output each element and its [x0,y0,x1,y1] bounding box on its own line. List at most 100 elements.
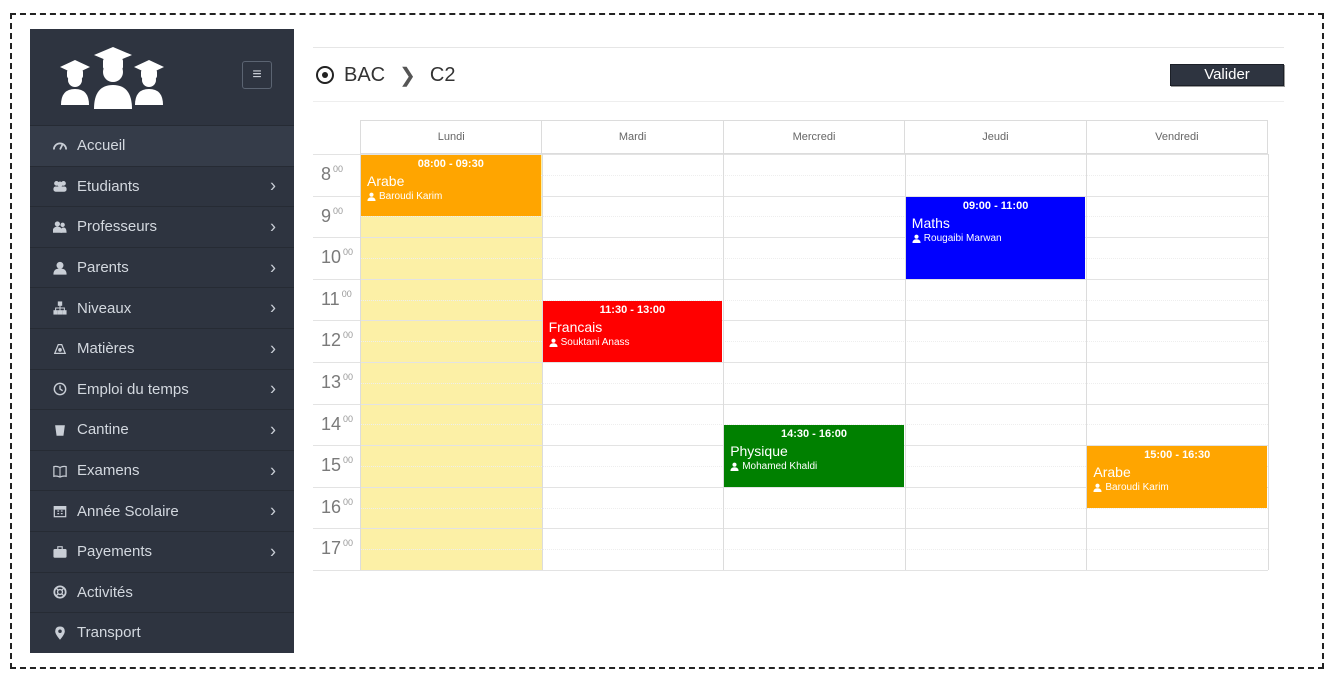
event-subject: Physique [730,443,788,460]
hour-gridline [313,320,1268,322]
sidebar-item-accueil[interactable]: Accueil [30,125,294,166]
hour-label: 13 00 [321,372,354,392]
chevron-right-icon: › [270,541,276,562]
sidebar-item-professeurs[interactable]: Professeurs › [30,206,294,247]
half-hour-gridline [360,341,1268,343]
event-teacher: Souktani Anass [549,336,717,349]
calendar-event[interactable]: 08:00 - 09:30 Arabe Baroudi Karim [361,155,541,217]
day-column-divider [541,154,543,570]
hour-label: 8 00 [321,164,344,184]
hour-label: 17 00 [321,538,354,559]
hour-gridline [313,403,1268,405]
sidebar-item-matieres[interactable]: Matières › [30,327,294,369]
chevron-right-icon: › [270,338,276,359]
hamburger-icon[interactable]: ≡ [242,61,272,89]
hour-label: 9 00 [321,205,344,226]
event-subject: Francais [548,318,603,335]
day-column-divider [723,154,725,570]
lifebuoy-icon [52,584,68,600]
sidebar-item-transport[interactable]: Transport [30,612,294,653]
user-icon [52,260,68,276]
calendar-event[interactable]: 11:30 - 13:00 Francais Souktani Anass [542,300,723,362]
clock-icon [52,381,68,397]
sidebar-item-activites[interactable]: Activités [30,571,294,613]
chevron-right-icon: › [270,500,276,521]
user-icon [1093,483,1105,493]
chevron-right-icon: ❯ [399,64,416,87]
event-time: 11:30 - 13:00 [599,303,666,316]
day-header-mercredi: Mercredi [722,121,904,153]
validate-button[interactable]: Valider [1170,64,1284,86]
sidebar-item-label: Matières [77,340,135,358]
event-subject: Arabe [367,173,405,189]
hour-label: 10 00 [321,247,354,268]
half-hour-gridline [360,216,1268,218]
hour-gridline [313,570,1268,571]
day-header-vendredi: Vendredi [1085,121,1267,153]
chevron-right-icon: › [270,419,276,440]
calendar-day-header: Lundi Mardi Mercredi Jeudi Vendredi [360,120,1268,154]
hour-gridline [313,362,1268,363]
event-teacher-name: Mohamed Khaldi [742,461,818,473]
breadcrumb-root[interactable]: BAC [344,64,385,87]
event-teacher-name: Baroudi Karim [1105,482,1169,494]
day-header-jeudi: Jeudi [904,121,1085,153]
subjects-icon [52,341,68,357]
event-time: 15:00 - 16:30 [1144,449,1211,462]
sidebar-item-etudiants[interactable]: Etudiants › [30,165,294,207]
calendar-grid: 8 00 9 00 10 00 11 00 12 00 13 00 14 00 15 00 16 00 17 00 08… [313,154,1269,571]
sidebar-item-label: Etudiants [77,177,140,195]
event-teacher-name: Baroudi Karim [379,191,443,202]
chevron-right-icon: › [270,175,276,196]
event-teacher: Baroudi Karim [1093,481,1261,494]
dashboard-icon [52,138,68,154]
user-icon [912,234,924,243]
back-circle-icon[interactable] [316,66,334,84]
sidebar-item-cantine[interactable]: Cantine › [30,409,294,450]
sidebar-item-label: Parents [77,259,129,277]
calendar-event[interactable]: 09:00 - 11:00 Maths Rougaibi Marwan [905,196,1086,279]
sidebar-item-label: Année Scolaire [77,502,179,520]
sidebar-item-payements[interactable]: Payements › [30,530,294,572]
event-teacher: Baroudi Karim [367,190,535,203]
calendar-event[interactable]: 15:00 - 16:30 Arabe Baroudi Karim [1087,446,1267,508]
sidebar-item-parents[interactable]: Parents › [30,246,294,288]
chevron-right-icon: › [270,460,276,481]
half-hour-gridline [360,258,1268,259]
hour-gridline [313,237,1268,239]
half-hour-gridline [360,549,1268,551]
half-hour-gridline [360,382,1268,384]
sidebar-item-label: Accueil [77,137,126,155]
hour-gridline [313,528,1268,530]
cup-icon [52,422,68,438]
sidebar-item-examens[interactable]: Examens › [30,449,294,491]
book-icon [52,463,68,479]
week-calendar: Lundi Mardi Mercredi Jeudi Vendredi 8 00 9 00 10… [313,120,1269,571]
sidebar-header: ≡ [30,29,294,125]
sidebar-item-annee-scolaire[interactable]: Année Scolaire › [30,490,294,531]
event-subject: Maths [911,214,950,231]
graduates-logo-icon[interactable] [58,47,168,109]
day-header-lundi: Lundi [437,131,465,143]
hour-label: 16 00 [321,496,354,517]
half-hour-gridline [360,507,1268,509]
teachers-icon [52,219,68,235]
half-hour-gridline [360,299,1268,301]
breadcrumb: BAC ❯ C2 [316,62,455,88]
hour-label: 12 00 [321,330,354,351]
user-icon [730,462,742,472]
sidebar: ≡ Accueil Etudiants › Professeurs › Parents › N… [30,29,294,653]
sidebar-item-niveaux[interactable]: Niveaux › [30,287,294,328]
calendar-event[interactable]: 14:30 - 16:00 Physique Mohamed Khaldi [724,425,904,487]
map-marker-icon [52,625,68,641]
sidebar-item-label: Emploi du temps [77,380,189,398]
event-teacher-name: Souktani Anass [560,336,630,348]
calendar-icon [52,503,68,519]
day-column-divider [1086,154,1088,570]
event-teacher: Mohamed Khaldi [730,460,898,473]
event-teacher-name: Rougaibi Marwan [923,232,1002,244]
chevron-right-icon: › [270,257,276,278]
sidebar-item-emploi-du-temps[interactable]: Emploi du temps › [30,368,294,410]
day-column-divider [360,154,361,570]
hour-gridline [313,278,1268,280]
